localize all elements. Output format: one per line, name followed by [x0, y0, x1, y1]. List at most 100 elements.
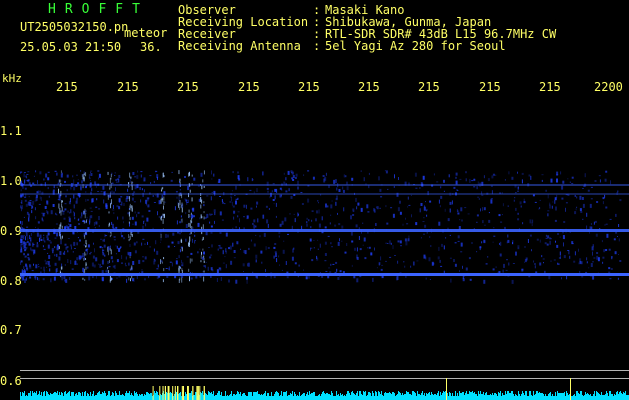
- noise-dot: [265, 205, 268, 208]
- bottom-bar-segment: [614, 394, 615, 400]
- bottom-bar-segment: [176, 392, 177, 400]
- noise-dot: [325, 271, 328, 272]
- meteor-streak: [203, 261, 205, 263]
- bottom-bar-segment: [112, 392, 113, 400]
- noise-dot: [363, 177, 365, 182]
- bottom-bar-segment: [131, 393, 132, 400]
- bottom-bar-segment: [124, 396, 125, 400]
- bottom-bar-segment: [395, 396, 396, 400]
- noise-dot: [285, 177, 287, 181]
- noise-dot: [218, 244, 221, 249]
- bottom-bar-segment: [272, 396, 273, 400]
- noise-dot: [119, 247, 121, 250]
- noise-dot: [602, 261, 604, 264]
- bottom-bar-segment: [430, 395, 431, 400]
- noise-dot: [120, 231, 122, 235]
- bottom-bar-segment: [327, 393, 328, 400]
- noise-dot: [36, 191, 39, 194]
- bottom-bar-segment: [36, 391, 37, 400]
- meteor-streak: [129, 203, 131, 208]
- noise-dot: [322, 175, 325, 177]
- bottom-bar-segment: [224, 396, 225, 400]
- bottom-bar-segment: [137, 394, 138, 400]
- bottom-bar-segment: [456, 396, 457, 400]
- noise-dot: [103, 199, 105, 204]
- bottom-bar-segment: [33, 393, 34, 400]
- bottom-bar-segment: [400, 393, 401, 400]
- time-tick-label: 215: [479, 80, 501, 94]
- noise-dot: [27, 181, 30, 183]
- noise-dot: [26, 241, 28, 243]
- noise-dot: [387, 243, 389, 244]
- noise-dot: [26, 226, 29, 228]
- noise-dot: [235, 200, 237, 205]
- bottom-bar-segment: [572, 396, 573, 400]
- noise-dot: [547, 235, 550, 239]
- bottom-bar-segment: [364, 392, 365, 400]
- meteor-streak: [131, 265, 133, 270]
- noise-dot: [120, 204, 122, 206]
- noise-dot: [111, 221, 113, 225]
- noise-dot: [593, 221, 595, 225]
- noise-dot: [283, 240, 285, 242]
- noise-dot: [153, 202, 156, 203]
- bottom-bar-segment: [133, 396, 134, 400]
- bottom-bar-segment: [418, 394, 419, 400]
- bottom-bar-segment: [601, 392, 602, 400]
- noise-dot: [413, 261, 415, 266]
- noise-dot: [36, 232, 39, 237]
- bottom-bar-segment: [297, 395, 298, 400]
- info-colon: :: [313, 39, 321, 53]
- bottom-bar-segment: [506, 394, 507, 400]
- spike: [168, 386, 170, 400]
- bottom-bar-segment: [295, 394, 296, 400]
- bottom-bar-segment: [374, 396, 375, 400]
- noise-dot: [187, 186, 190, 191]
- meteor-streak: [200, 260, 202, 263]
- noise-dot: [26, 233, 28, 237]
- noise-dot: [47, 237, 49, 239]
- bottom-bar-segment: [243, 393, 244, 400]
- bottom-bar-segment: [311, 393, 312, 400]
- noise-dot: [128, 262, 130, 266]
- noise-dot: [333, 179, 336, 184]
- noise-dot: [546, 243, 549, 246]
- noise-dot: [483, 224, 486, 226]
- noise-dot: [610, 268, 613, 270]
- bottom-bar-segment: [627, 395, 628, 400]
- bottom-bar-segment: [227, 395, 228, 400]
- noise-dot: [477, 196, 480, 198]
- noise-dot: [210, 196, 212, 201]
- meteor-streak: [160, 259, 162, 265]
- meteor-streak: [162, 205, 164, 210]
- noise-dot: [519, 201, 522, 205]
- bottom-bar-segment: [43, 392, 44, 400]
- bottom-bar-segment: [333, 396, 334, 400]
- noise-dot: [246, 215, 249, 219]
- bottom-bar-segment: [531, 395, 532, 400]
- noise-dot: [360, 207, 363, 212]
- bottom-bar-segment: [114, 396, 115, 400]
- bottom-bar-segment: [423, 395, 424, 400]
- time-tick-label: 215: [539, 80, 561, 94]
- noise-dot: [355, 197, 357, 202]
- meteor-streak: [84, 278, 86, 281]
- bottom-bar-segment: [544, 396, 545, 400]
- carrier-line: [20, 273, 629, 276]
- noise-dot: [550, 238, 552, 240]
- bottom-bar-segment: [21, 396, 22, 400]
- bottom-bar-segment: [386, 393, 387, 400]
- noise-dot: [76, 263, 78, 265]
- noise-dot: [199, 217, 201, 220]
- bottom-bar-segment: [567, 393, 568, 400]
- noise-dot: [155, 240, 157, 245]
- bottom-bar-segment: [513, 394, 514, 400]
- noise-dot: [80, 185, 82, 190]
- bottom-bar-segment: [435, 394, 436, 400]
- noise-dot: [27, 236, 29, 241]
- noise-dot: [102, 259, 104, 262]
- noise-dot: [387, 188, 389, 190]
- noise-dot: [563, 236, 565, 240]
- bottom-bar-segment: [407, 392, 408, 400]
- noise-dot: [521, 268, 524, 271]
